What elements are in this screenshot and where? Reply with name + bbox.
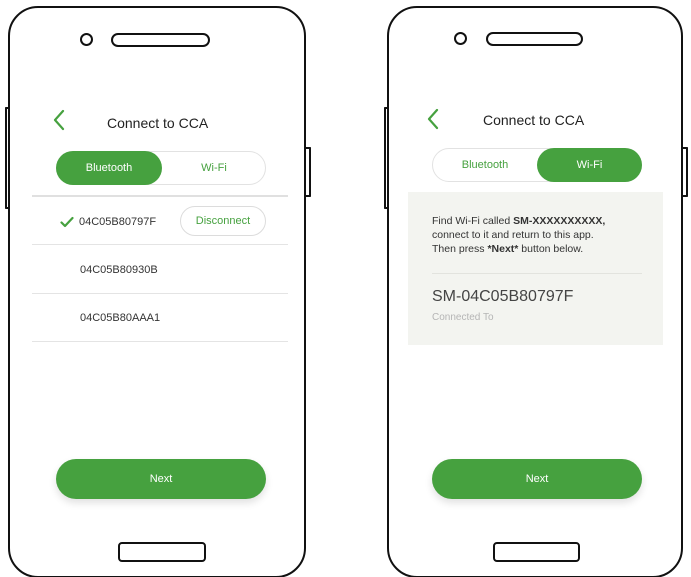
device-name: 04C05B80797F (79, 216, 157, 228)
phone-frame-bluetooth: Connect to CCA Bluetooth Wi-Fi 04C05B807… (8, 6, 306, 577)
chevron-left-icon[interactable] (424, 107, 444, 131)
disconnect-button[interactable]: Disconnect (180, 206, 266, 236)
device-row[interactable]: 04C05B80AAA1 (32, 294, 288, 340)
instructions-next-hint: *Next* (487, 243, 519, 255)
next-button[interactable]: Next (432, 459, 642, 499)
tab-wifi[interactable]: Wi-Fi (537, 148, 642, 182)
front-camera (454, 32, 467, 45)
device-name: 04C05B80930B (80, 264, 158, 276)
instructions-line3-end: button below. (518, 243, 584, 255)
divider (32, 341, 288, 342)
tab-wifi[interactable]: Wi-Fi (162, 151, 266, 185)
tab-bluetooth[interactable]: Bluetooth (56, 151, 162, 185)
page-title: Connect to CCA (483, 112, 585, 128)
tab-bluetooth[interactable]: Bluetooth (433, 148, 537, 182)
device-row[interactable]: 04C05B80930B (32, 246, 288, 292)
home-button (118, 542, 206, 562)
connection-type-toggle: Bluetooth Wi-Fi (56, 151, 266, 185)
connection-status: Connected To (432, 312, 494, 323)
chevron-left-icon[interactable] (50, 108, 70, 132)
front-camera (80, 33, 93, 46)
connected-ssid: SM-04C05B80797F (432, 288, 574, 305)
divider (32, 244, 288, 245)
wifi-instructions-panel: Find Wi-Fi called SM-XXXXXXXXXX, connect… (408, 192, 663, 345)
device-row[interactable]: 04C05B80797F Disconnect (32, 198, 288, 244)
phone-speaker (486, 32, 583, 46)
device-name: 04C05B80AAA1 (80, 312, 161, 324)
instructions-line2: connect to it and return to this app. (432, 229, 594, 241)
divider (432, 273, 642, 274)
phone-speaker (111, 33, 210, 47)
instructions-line3: Then press (432, 243, 488, 255)
next-button[interactable]: Next (56, 459, 266, 499)
checkmark-icon (60, 216, 74, 228)
divider (32, 195, 288, 197)
instructions-text: Find Wi-Fi called SM-XXXXXXXXXX, connect… (432, 214, 657, 256)
home-button (493, 542, 580, 562)
instructions-ssid-pattern: SM-XXXXXXXXXX, (513, 215, 606, 227)
instructions-line1: Find Wi-Fi called (432, 215, 514, 227)
page-title: Connect to CCA (107, 115, 209, 131)
connection-type-toggle: Bluetooth Wi-Fi (432, 148, 642, 182)
phone-frame-wifi: Connect to CCA Bluetooth Wi-Fi Find Wi-F… (387, 6, 683, 577)
